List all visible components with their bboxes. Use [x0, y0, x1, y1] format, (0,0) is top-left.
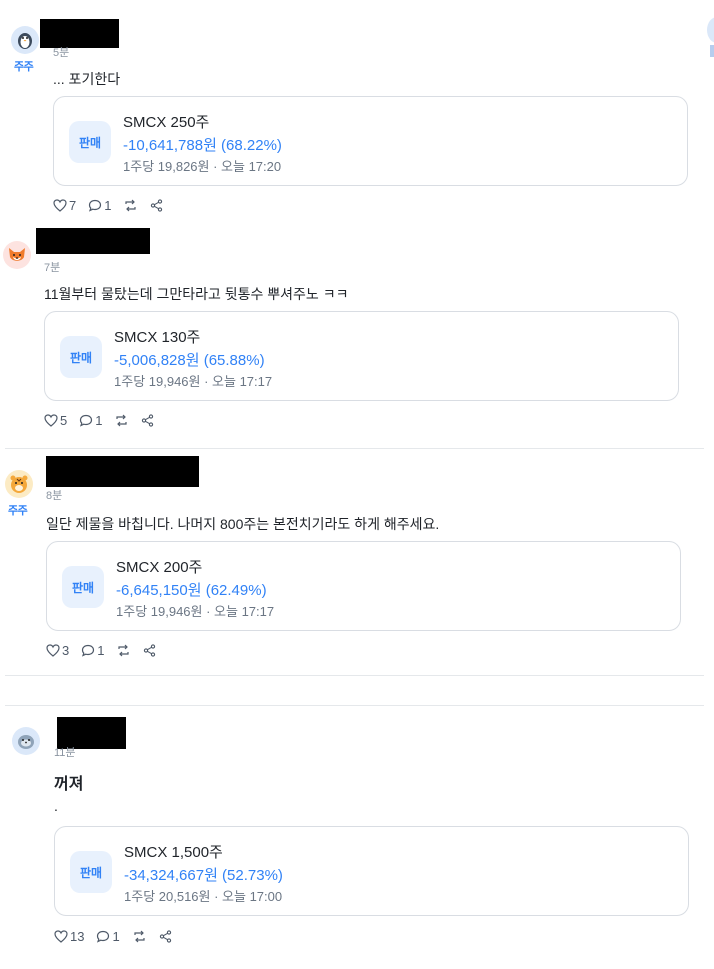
post-actions: 7 1 — [53, 198, 175, 213]
like-count: 5 — [60, 413, 68, 428]
repost-icon — [134, 930, 145, 943]
trade-amount: -10,641,788원 (68.22%) — [123, 137, 282, 154]
trade-meta: 1주당 19,946원 · 오늘 17:17 — [116, 604, 275, 619]
post-divider — [5, 675, 704, 676]
post-time: 11분 — [54, 747, 76, 759]
repost-icon — [125, 199, 137, 212]
penguin-icon — [18, 33, 32, 49]
heart-icon — [44, 414, 58, 427]
post-3: 주주 8분 일단 제물을 바칩니다. 나머지 800주는 본전치기라도 하게 해… — [0, 449, 714, 675]
comment-count: 1 — [95, 413, 103, 428]
comment-count: 1 — [104, 198, 112, 213]
holder-badge: 주주 — [14, 61, 34, 73]
trade-amount: -6,645,150원 (62.49%) — [116, 582, 267, 599]
trade-card[interactable]: 판매 SMCX 130주 -5,006,828원 (65.88%) 1주당 19… — [44, 311, 679, 401]
fox-icon — [9, 248, 25, 261]
comment-icon — [80, 414, 93, 427]
like-button[interactable]: 13 — [54, 929, 84, 944]
seal-avatar[interactable] — [12, 727, 40, 755]
trade-meta: 1주당 20,516원 · 오늘 17:00 — [124, 889, 283, 904]
comment-icon — [82, 644, 95, 657]
share-button[interactable] — [141, 414, 154, 427]
trade-card[interactable]: 판매 SMCX 250주 -10,641,788원 (68.22%) 1주당 1… — [53, 96, 688, 186]
sell-badge: 판매 — [70, 851, 112, 893]
comment-icon — [97, 930, 110, 943]
holder-badge: 주주 — [8, 505, 28, 517]
repost-button[interactable] — [123, 199, 138, 212]
sell-badge: 판매 — [60, 336, 102, 378]
post-title: 꺼져 — [54, 776, 84, 793]
repost-button[interactable] — [132, 930, 147, 943]
post-time: 8분 — [46, 490, 63, 502]
trade-card[interactable]: 판매 SMCX 200주 -6,645,150원 (62.49%) 1주당 19… — [46, 541, 681, 631]
trade-title: SMCX 250주 — [123, 114, 210, 131]
heart-icon — [46, 644, 60, 657]
tiger-avatar[interactable] — [5, 470, 33, 498]
comment-button[interactable]: 1 — [81, 643, 104, 658]
sell-badge: 판매 — [69, 121, 111, 163]
seal-icon — [18, 735, 34, 749]
like-button[interactable]: 3 — [46, 643, 69, 658]
comment-button[interactable]: 1 — [96, 929, 120, 944]
share-icon — [142, 414, 154, 427]
fox-avatar[interactable] — [3, 241, 31, 269]
comment-count: 1 — [97, 643, 105, 658]
comment-button[interactable]: 1 — [88, 198, 111, 213]
sell-badge: 판매 — [62, 566, 104, 608]
trade-title: SMCX 130주 — [114, 329, 201, 346]
trade-card[interactable]: 판매 SMCX 1,500주 -34,324,667원 (52.73%) 1주당… — [54, 826, 689, 916]
comment-count: 1 — [112, 929, 120, 944]
repost-icon — [116, 414, 128, 427]
share-button[interactable] — [150, 199, 163, 212]
username-redacted[interactable] — [40, 19, 119, 48]
penguin-avatar[interactable] — [11, 26, 39, 54]
username-redacted[interactable] — [36, 228, 150, 254]
username-redacted[interactable] — [46, 456, 199, 487]
share-icon — [151, 199, 163, 212]
like-count: 3 — [62, 643, 70, 658]
trade-title: SMCX 200주 — [116, 559, 203, 576]
like-count: 7 — [69, 198, 77, 213]
trade-meta: 1주당 19,826원 · 오늘 17:20 — [123, 159, 282, 174]
tiger-icon — [10, 475, 28, 493]
post-2: 7분 11월부터 물탔는데 그만타라고 뒷통수 뿌셔주노 ㅋㅋ 판매 SMCX … — [0, 222, 714, 448]
post-actions: 5 1 — [44, 413, 166, 428]
trade-meta: 1주당 19,946원 · 오늘 17:17 — [114, 374, 273, 389]
trade-amount: -5,006,828원 (65.88%) — [114, 352, 265, 369]
share-icon — [159, 930, 171, 943]
trade-amount: -34,324,667원 (52.73%) — [124, 867, 283, 884]
heart-icon — [53, 199, 67, 212]
post-1: 주주 5분 ... 포기한다 판매 SMCX 250주 -10,641,788원… — [0, 0, 714, 222]
post-time: 7분 — [44, 262, 61, 274]
post-actions: 13 1 — [54, 929, 184, 944]
post-time: 5분 — [53, 47, 70, 59]
post-text: 11월부터 물탔는데 그만타라고 뒷통수 뿌셔주노 ㅋㅋ — [44, 286, 349, 302]
post-text: ... 포기한다 — [53, 71, 121, 87]
repost-icon — [118, 644, 130, 657]
like-count: 13 — [70, 929, 85, 944]
share-icon — [144, 644, 156, 657]
repost-button[interactable] — [116, 644, 131, 657]
comment-icon — [89, 199, 102, 212]
repost-button[interactable] — [114, 414, 129, 427]
heart-icon — [54, 930, 68, 943]
like-button[interactable]: 5 — [44, 413, 67, 428]
post-actions: 3 1 — [46, 643, 168, 658]
post-4: 11분 꺼져 . 판매 SMCX 1,500주 -34,324,667원 (52… — [0, 706, 714, 969]
trade-title: SMCX 1,500주 — [124, 844, 223, 861]
post-text: . — [54, 798, 58, 814]
comment-button[interactable]: 1 — [79, 413, 102, 428]
like-button[interactable]: 7 — [53, 198, 76, 213]
share-button[interactable] — [159, 930, 172, 943]
post-text: 일단 제물을 바칩니다. 나머지 800주는 본전치기라도 하게 해주세요. — [46, 516, 440, 532]
share-button[interactable] — [143, 644, 156, 657]
